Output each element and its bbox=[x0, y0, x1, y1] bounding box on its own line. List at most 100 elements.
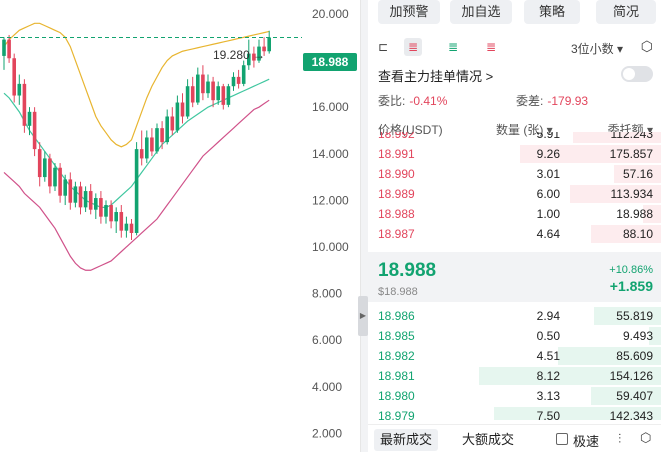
candle-body bbox=[226, 86, 231, 105]
add-watchlist-button[interactable]: 加自选 bbox=[450, 0, 512, 24]
bid-price: 18.982 bbox=[378, 349, 415, 363]
ask-total: 88.10 bbox=[622, 227, 653, 241]
y-axis-tick-label: 4.000 bbox=[312, 380, 342, 394]
book-asks-only-icon[interactable]: ≣ bbox=[482, 38, 500, 56]
y-axis-tick-label: 20.000 bbox=[312, 7, 349, 21]
candle-body bbox=[119, 212, 124, 231]
bid-price: 18.985 bbox=[378, 329, 415, 343]
bid-price: 18.979 bbox=[378, 409, 415, 420]
candle-body bbox=[180, 102, 185, 117]
high-price-marker: 19.280 → bbox=[213, 48, 266, 62]
bid-total: 142.343 bbox=[609, 409, 653, 420]
candle-body bbox=[196, 74, 200, 103]
bid-list: 18.986 2.94 55.819 18.985 0.50 9.493 18.982 4.5… bbox=[368, 306, 661, 420]
bid-row[interactable]: 18.982 4.51 85.609 bbox=[368, 346, 661, 366]
add-alert-button[interactable]: 加预警 bbox=[378, 0, 440, 24]
ask-row[interactable]: 18.991 9.26 175.857 bbox=[368, 144, 661, 164]
candle-body bbox=[139, 149, 144, 159]
book-both-sides-icon[interactable]: ≣ bbox=[404, 38, 422, 56]
candle-body bbox=[145, 137, 149, 159]
ask-row[interactable]: 18.988 1.00 18.988 bbox=[368, 204, 661, 224]
bid-ratio-label: 委比: bbox=[378, 94, 406, 108]
candle-body bbox=[165, 116, 169, 143]
overview-button[interactable]: 简况 bbox=[596, 0, 656, 24]
y-axis-tick-label: 6.000 bbox=[312, 333, 342, 347]
bid-qty: 3.13 bbox=[536, 389, 560, 403]
bid-total: 59.407 bbox=[616, 389, 653, 403]
kline-chart[interactable]: 20.00018.00016.00014.00012.00010.0008.00… bbox=[0, 0, 360, 452]
ask-total: 113.934 bbox=[610, 187, 654, 201]
bid-ask-ratio-row: 委比: -0.41% 委差: -179.93 bbox=[378, 92, 658, 109]
ask-row[interactable]: 18.990 3.01 57.16 bbox=[368, 164, 661, 184]
ask-price: 18.988 bbox=[378, 207, 415, 221]
main-force-toggle[interactable] bbox=[621, 66, 653, 82]
candle-body bbox=[43, 158, 47, 178]
candle-body bbox=[27, 111, 32, 126]
y-axis-tick-label: 2.000 bbox=[312, 426, 342, 440]
ask-price: 18.992 bbox=[378, 132, 415, 141]
candle-body bbox=[206, 81, 210, 94]
candle-body bbox=[83, 191, 88, 208]
candle-body bbox=[7, 39, 11, 59]
candle-body bbox=[37, 149, 42, 178]
bid-row[interactable]: 18.979 7.50 142.343 bbox=[368, 406, 661, 420]
ask-row[interactable]: 18.992 5.91 112.243 bbox=[368, 132, 661, 144]
tab-latest-trades[interactable]: 最新成交 bbox=[374, 429, 439, 451]
ask-total: 175.857 bbox=[609, 147, 653, 161]
collapse-handle-icon[interactable]: ▶ bbox=[358, 296, 368, 336]
ask-price: 18.989 bbox=[378, 187, 415, 201]
ask-row[interactable]: 18.989 6.00 113.934 bbox=[368, 184, 661, 204]
ask-qty: 6.00 bbox=[536, 187, 560, 201]
candle-body bbox=[109, 205, 113, 222]
candle-body bbox=[32, 111, 37, 150]
candle-body bbox=[150, 137, 154, 152]
candle-body bbox=[134, 149, 139, 233]
order-book-toolbar: ⊏ ≣ ≣ ≣ 3位小数 ▾ ⬡ bbox=[368, 36, 661, 58]
bid-diff-label: 委差: bbox=[516, 94, 544, 108]
candle-body bbox=[58, 167, 62, 196]
ask-qty: 5.91 bbox=[536, 132, 560, 141]
ask-row[interactable]: 18.987 4.64 88.10 bbox=[368, 224, 661, 244]
y-axis-tick-label: 12.000 bbox=[312, 193, 349, 207]
ask-price: 18.991 bbox=[378, 147, 415, 161]
bid-price: 18.981 bbox=[378, 369, 415, 383]
candle-body bbox=[170, 116, 175, 131]
candle-body bbox=[53, 167, 57, 187]
ask-total: 18.988 bbox=[616, 207, 653, 221]
candle-body bbox=[99, 198, 103, 217]
ask-total: 57.16 bbox=[622, 167, 653, 181]
ask-price: 18.987 bbox=[378, 227, 415, 241]
tab-large-trades[interactable]: 大额成交 bbox=[456, 429, 520, 451]
change-amount: +1.859 bbox=[609, 278, 653, 294]
bid-row[interactable]: 18.981 8.12 154.126 bbox=[368, 366, 661, 386]
precision-select[interactable]: 3位小数 ▾ bbox=[571, 40, 623, 57]
candle-body bbox=[68, 179, 73, 203]
candle-body bbox=[201, 74, 205, 94]
candle-body bbox=[22, 83, 27, 126]
bid-row[interactable]: 18.980 3.13 59.407 bbox=[368, 386, 661, 406]
fast-mode-checkbox[interactable] bbox=[556, 433, 568, 445]
ask-total: 112.243 bbox=[610, 132, 654, 141]
candle-body bbox=[129, 223, 134, 233]
popout-icon[interactable]: ⊏ bbox=[374, 38, 392, 56]
book-bids-only-icon[interactable]: ≣ bbox=[444, 38, 462, 56]
candle-body bbox=[78, 186, 83, 208]
bid-row[interactable]: 18.985 0.50 9.493 bbox=[368, 326, 661, 346]
settings-gear-icon[interactable]: ⬡ bbox=[641, 38, 653, 55]
ask-qty: 9.26 bbox=[536, 147, 560, 161]
candle-body bbox=[114, 212, 118, 222]
pane-divider[interactable] bbox=[360, 0, 368, 452]
candle-body bbox=[12, 58, 16, 96]
strategy-button[interactable]: 策略 bbox=[524, 0, 580, 24]
main-force-orders-link[interactable]: 查看主力挂单情况 > bbox=[378, 66, 493, 85]
candle-body bbox=[155, 128, 159, 152]
candle-body bbox=[17, 83, 22, 96]
candle-body bbox=[160, 128, 164, 143]
filter-icon[interactable]: ⫶ bbox=[618, 431, 621, 447]
footer-settings-icon[interactable]: ⬡ bbox=[640, 430, 651, 446]
bid-qty: 4.51 bbox=[536, 349, 560, 363]
y-axis-tick-label: 10.000 bbox=[312, 240, 349, 254]
candle-body bbox=[2, 39, 6, 56]
bid-row[interactable]: 18.986 2.94 55.819 bbox=[368, 306, 661, 326]
y-axis-tick-label: 8.000 bbox=[312, 287, 342, 301]
